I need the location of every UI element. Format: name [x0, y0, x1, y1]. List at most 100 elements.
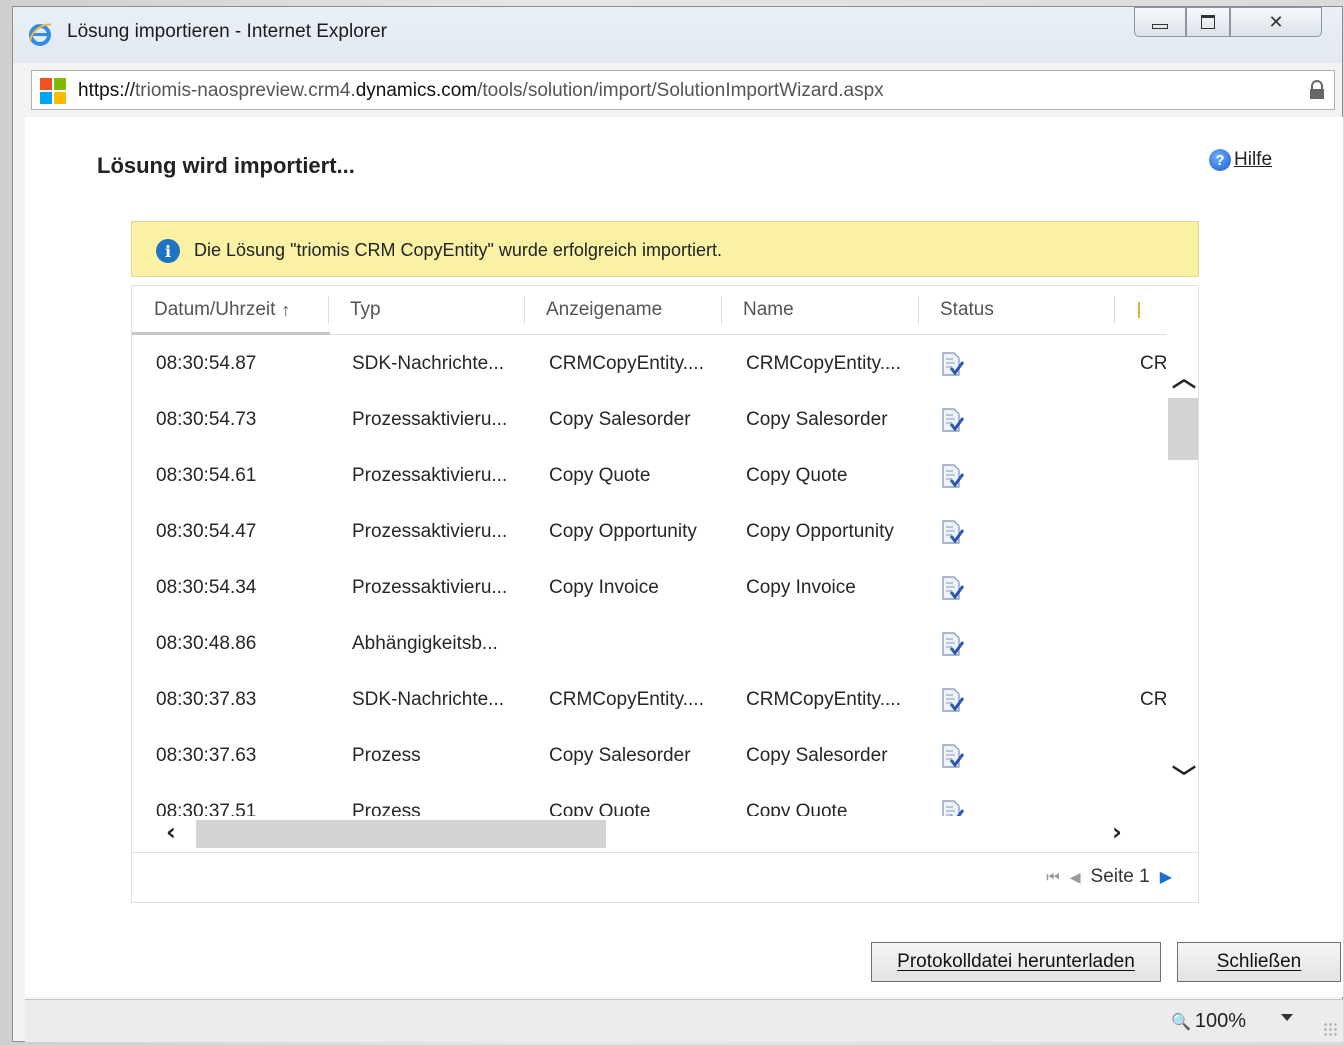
- success-notice: i Die Lösung "triomis CRM CopyEntity" wu…: [131, 221, 1199, 277]
- cell-datetime: 08:30:54.73: [156, 409, 257, 430]
- scroll-left-icon[interactable]: ‹: [166, 818, 176, 846]
- scroll-down-icon[interactable]: ﹀: [1172, 758, 1196, 793]
- help-link[interactable]: ? Hilfe: [1209, 149, 1272, 171]
- cell-status: [940, 672, 1000, 728]
- maximize-button[interactable]: [1186, 7, 1230, 37]
- pager: ⏮ ◀ Seite 1 ▶: [1046, 866, 1172, 888]
- cell-display-name: Copy Salesorder: [549, 409, 691, 430]
- first-page-icon[interactable]: ⏮: [1046, 869, 1060, 886]
- status-bar: 🔍 100%: [25, 999, 1343, 1042]
- column-header-status[interactable]: Status: [940, 286, 994, 334]
- cell-extra: CR: [1140, 353, 1166, 374]
- document-check-icon[interactable]: [940, 519, 964, 545]
- table-row[interactable]: 08:30:54.47 Prozessaktivieru... Copy Opp…: [132, 504, 1166, 560]
- cell-name: Copy Salesorder: [746, 409, 888, 430]
- previous-page-icon[interactable]: ◀: [1070, 869, 1081, 886]
- help-label: Hilfe: [1234, 149, 1273, 170]
- url-text[interactable]: https://triomis-naospreview.crm4.dynamic…: [78, 80, 884, 102]
- zoom-icon: 🔍: [1171, 1013, 1191, 1031]
- table-row[interactable]: 08:30:54.73 Prozessaktivieru... Copy Sal…: [132, 392, 1166, 448]
- cell-extra: [1140, 560, 1166, 616]
- cell-name: CRMCopyEntity....: [746, 689, 901, 710]
- column-header-truncated[interactable]: [1138, 302, 1140, 318]
- grid-header: Datum/Uhrzeit ↑ Typ Anzeigename Name Stat…: [132, 286, 1172, 335]
- column-separator[interactable]: [524, 296, 525, 324]
- cell-datetime: 08:30:37.51: [156, 801, 257, 816]
- column-header-type[interactable]: Typ: [350, 286, 381, 334]
- cell-display-name: CRMCopyEntity....: [549, 689, 704, 710]
- import-log-grid: Datum/Uhrzeit ↑ Typ Anzeigename Name Stat…: [131, 285, 1199, 903]
- horizontal-scroll-thumb[interactable]: [196, 820, 606, 848]
- scroll-right-icon[interactable]: ›: [1112, 818, 1122, 846]
- cell-status: [940, 336, 1000, 392]
- horizontal-scrollbar[interactable]: ‹ ›: [132, 818, 1198, 853]
- minimize-button[interactable]: [1134, 7, 1186, 37]
- column-header-datetime[interactable]: Datum/Uhrzeit ↑: [154, 286, 290, 334]
- url-domain: dynamics.com: [355, 80, 478, 101]
- table-row[interactable]: 08:30:54.61 Prozessaktivieru... Copy Quo…: [132, 448, 1166, 504]
- ie-window: Lösung importieren - Internet Explorer ✕…: [12, 6, 1343, 1042]
- cell-extra: CR: [1140, 689, 1166, 710]
- column-separator[interactable]: [918, 296, 919, 324]
- document-check-icon[interactable]: [940, 799, 964, 816]
- next-page-icon[interactable]: ▶: [1160, 867, 1172, 887]
- title-bar: Lösung importieren - Internet Explorer ✕: [13, 7, 1342, 63]
- microsoft-logo-icon: [40, 78, 66, 104]
- url-path: /tools/solution/import/SolutionImportWiz…: [477, 80, 884, 101]
- close-window-button[interactable]: ✕: [1230, 7, 1322, 37]
- internet-explorer-icon: [29, 23, 52, 46]
- cell-name: Copy Invoice: [746, 577, 856, 598]
- cell-type: SDK-Nachrichte...: [352, 353, 505, 374]
- address-bar[interactable]: https://triomis-naospreview.crm4.dynamic…: [31, 70, 1335, 110]
- table-row[interactable]: 08:30:48.86 Abhängigkeitsb...: [132, 616, 1166, 672]
- table-row[interactable]: 08:30:54.87 SDK-Nachrichte... CRMCopyEnt…: [132, 336, 1166, 392]
- zoom-control[interactable]: 🔍 100%: [1171, 1010, 1246, 1033]
- document-check-icon[interactable]: [940, 631, 964, 657]
- table-row[interactable]: 08:30:37.83 SDK-Nachrichte... CRMCopyEnt…: [132, 672, 1166, 728]
- sort-ascending-icon: ↑: [281, 299, 291, 320]
- vertical-scrollbar[interactable]: ︿ ﹀: [1166, 334, 1198, 818]
- cell-datetime: 08:30:54.47: [156, 521, 257, 542]
- table-row[interactable]: 08:30:54.34 Prozessaktivieru... Copy Inv…: [132, 560, 1166, 616]
- resize-grip-icon[interactable]: [1323, 1022, 1337, 1036]
- page-label: Seite 1: [1090, 866, 1150, 887]
- cell-extra: [1140, 448, 1166, 504]
- close-button[interactable]: Schließen: [1177, 942, 1341, 982]
- cell-display-name: Copy Invoice: [549, 577, 659, 598]
- page-title: Lösung wird importiert...: [97, 153, 355, 178]
- document-check-icon[interactable]: [940, 407, 964, 433]
- close-icon: ✕: [1268, 11, 1284, 33]
- document-check-icon[interactable]: [940, 463, 964, 489]
- cell-datetime: 08:30:54.87: [156, 353, 257, 374]
- download-log-label: Protokolldatei herunterladen: [897, 951, 1135, 972]
- table-row[interactable]: 08:30:37.51 Prozess Copy Quote Copy Quot…: [132, 784, 1166, 816]
- column-header-display-name[interactable]: Anzeigename: [546, 286, 662, 334]
- table-row[interactable]: 08:30:37.63 Prozess Copy Salesorder Copy…: [132, 728, 1166, 784]
- vertical-scroll-thumb[interactable]: [1168, 398, 1198, 460]
- document-check-icon[interactable]: [940, 743, 964, 769]
- lock-icon[interactable]: [1308, 80, 1326, 100]
- info-icon: i: [156, 239, 180, 263]
- cell-datetime: 08:30:37.63: [156, 745, 257, 766]
- cell-extra: [1140, 784, 1166, 816]
- zoom-dropdown-icon[interactable]: [1281, 1014, 1293, 1021]
- cell-status: [940, 392, 1000, 448]
- url-scheme: https://: [78, 80, 136, 101]
- cell-datetime: 08:30:54.34: [156, 577, 257, 598]
- column-separator[interactable]: [328, 296, 329, 324]
- download-log-button[interactable]: Protokolldatei herunterladen: [871, 942, 1161, 982]
- scroll-up-icon[interactable]: ︿: [1172, 358, 1196, 393]
- document-check-icon[interactable]: [940, 575, 964, 601]
- document-check-icon[interactable]: [940, 687, 964, 713]
- url-host: triomis-naospreview.crm4.: [135, 80, 356, 101]
- document-check-icon[interactable]: [940, 351, 964, 377]
- column-header-name[interactable]: Name: [743, 286, 794, 334]
- cell-extra: [1140, 504, 1166, 560]
- cell-status: [940, 616, 1000, 672]
- cell-name: Copy Salesorder: [746, 745, 888, 766]
- column-separator[interactable]: [1114, 296, 1115, 324]
- cell-datetime: 08:30:37.83: [156, 689, 257, 710]
- cell-display-name: Copy Quote: [549, 801, 651, 816]
- cell-type: Prozessaktivieru...: [352, 521, 508, 542]
- column-separator[interactable]: [721, 296, 722, 324]
